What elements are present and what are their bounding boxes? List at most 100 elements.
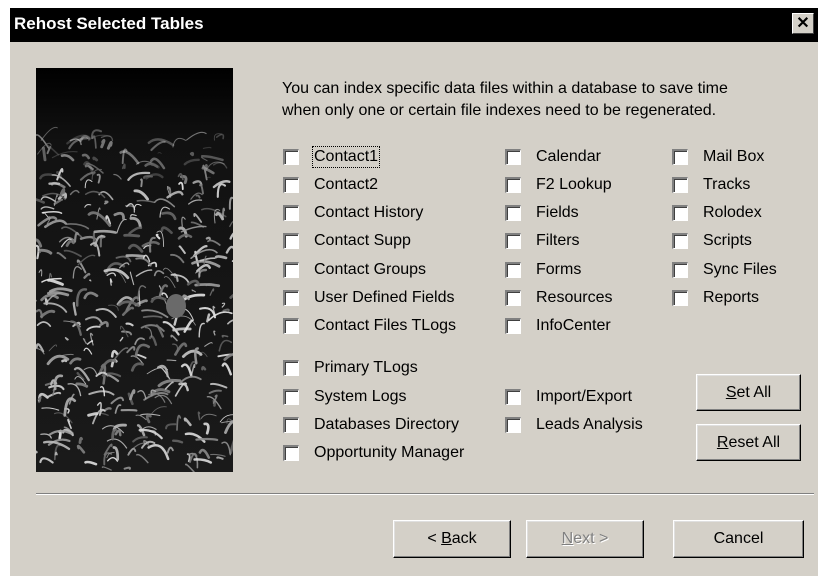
checkbox-label: Mail Box xyxy=(703,148,765,165)
checkbox-primary-tlogs[interactable]: Primary TLogs xyxy=(283,358,418,378)
checkbox-calendar[interactable]: Calendar xyxy=(505,147,601,167)
leaf-stroke xyxy=(54,451,58,456)
checkbox-box[interactable] xyxy=(283,389,299,405)
checkbox-leads-analysis[interactable]: Leads Analysis xyxy=(505,415,643,435)
checkbox-rolodex[interactable]: Rolodex xyxy=(672,203,762,223)
back-label: < Back xyxy=(427,530,477,547)
checkbox-label: Fields xyxy=(536,204,579,221)
checkbox-box[interactable] xyxy=(505,205,521,221)
checkbox-user-defined-fields[interactable]: User Defined Fields xyxy=(283,288,455,308)
cancel-button[interactable]: Cancel xyxy=(673,520,804,558)
checkbox-fields[interactable]: Fields xyxy=(505,203,579,223)
leaf-stroke xyxy=(222,308,230,312)
leaf-stroke xyxy=(104,200,109,205)
reset-all-button[interactable]: Reset All xyxy=(696,424,801,461)
checkbox-box[interactable] xyxy=(283,360,299,376)
rehost-dialog: Rehost Selected Tables ✕ You can index s… xyxy=(10,8,818,576)
checkbox-import-export[interactable]: Import/Export xyxy=(505,387,632,407)
checkbox-box[interactable] xyxy=(283,205,299,221)
checkbox-box[interactable] xyxy=(672,205,688,221)
checkbox-label: Contact2 xyxy=(314,176,379,193)
checkbox-label: Tracks xyxy=(703,176,751,193)
leaf-stroke xyxy=(89,279,92,282)
leaf-stroke xyxy=(201,365,207,371)
checkbox-contact2[interactable]: Contact2 xyxy=(283,175,378,195)
cancel-label: Cancel xyxy=(713,530,764,547)
checkbox-box[interactable] xyxy=(672,177,688,193)
checkbox-label: Calendar xyxy=(536,148,601,165)
checkbox-box[interactable] xyxy=(672,290,688,306)
leaf-stroke xyxy=(78,436,83,444)
leaf-stroke xyxy=(121,163,126,170)
checkbox-box[interactable] xyxy=(283,417,299,433)
checkbox-contact-files-tlogs[interactable]: Contact Files TLogs xyxy=(283,316,456,336)
checkbox-box[interactable] xyxy=(283,445,299,461)
checkbox-scripts[interactable]: Scripts xyxy=(672,231,752,251)
checkbox-contact1[interactable]: Contact1 xyxy=(283,146,381,168)
checkbox-box[interactable] xyxy=(505,177,521,193)
leaf-stroke xyxy=(189,151,195,157)
checkbox-box[interactable] xyxy=(505,233,521,249)
checkbox-contact-supp[interactable]: Contact Supp xyxy=(283,231,411,251)
leaf-stroke xyxy=(205,236,211,241)
checkbox-box[interactable] xyxy=(283,290,299,306)
checkbox-label: User Defined Fields xyxy=(314,289,455,306)
checkbox-infocenter[interactable]: InfoCenter xyxy=(505,316,611,336)
checkbox-box[interactable] xyxy=(505,290,521,306)
checkbox-system-logs[interactable]: System Logs xyxy=(283,387,406,407)
checkbox-box[interactable] xyxy=(283,318,299,334)
checkbox-box[interactable] xyxy=(283,149,299,165)
leaf-stroke xyxy=(221,207,226,219)
checkbox-box[interactable] xyxy=(505,318,521,334)
checkbox-label: Resources xyxy=(536,289,613,306)
checkbox-label: Contact1 xyxy=(311,146,381,168)
checkbox-databases-directory[interactable]: Databases Directory xyxy=(283,415,459,435)
checkbox-label: Filters xyxy=(536,232,580,249)
checkbox-resources[interactable]: Resources xyxy=(505,288,612,308)
checkbox-box[interactable] xyxy=(505,149,521,165)
checkbox-forms[interactable]: Forms xyxy=(505,260,581,280)
checkbox-box[interactable] xyxy=(505,417,521,433)
checkbox-box[interactable] xyxy=(672,233,688,249)
next-button[interactable]: Next > xyxy=(526,520,644,558)
cornfield-photo xyxy=(36,68,233,472)
leaf-stroke xyxy=(166,359,177,362)
checkbox-label: System Logs xyxy=(314,388,407,405)
checkbox-box[interactable] xyxy=(283,262,299,278)
checkbox-contact-history[interactable]: Contact History xyxy=(283,203,423,223)
checkbox-box[interactable] xyxy=(672,149,688,165)
checkbox-opportunity-manager[interactable]: Opportunity Manager xyxy=(283,443,464,463)
intro-line-2: when only one or certain file indexes ne… xyxy=(282,102,717,119)
set-all-button[interactable]: Set All xyxy=(696,374,801,411)
window-title: Rehost Selected Tables xyxy=(14,14,204,33)
next-label: Next > xyxy=(561,530,609,547)
checkbox-label: Contact Groups xyxy=(314,261,427,278)
leaf-stroke xyxy=(140,178,143,188)
back-button[interactable]: < Back xyxy=(393,520,511,558)
checkbox-box[interactable] xyxy=(672,262,688,278)
checkbox-mail-box[interactable]: Mail Box xyxy=(672,147,764,167)
checkbox-contact-groups[interactable]: Contact Groups xyxy=(283,260,426,280)
leaf-stroke xyxy=(123,466,131,470)
leaf-stroke xyxy=(92,156,99,162)
reset-all-label: Reset All xyxy=(716,433,781,451)
checkbox-box[interactable] xyxy=(505,389,521,405)
checkbox-box[interactable] xyxy=(283,233,299,249)
checkbox-tracks[interactable]: Tracks xyxy=(672,175,750,195)
checkbox-label: Reports xyxy=(703,289,760,306)
checkbox-label: Import/Export xyxy=(536,388,633,405)
checkbox-sync-files[interactable]: Sync Files xyxy=(672,260,777,280)
checkbox-box[interactable] xyxy=(505,262,521,278)
leaf-stroke xyxy=(60,188,66,196)
close-icon[interactable]: ✕ xyxy=(792,13,814,34)
leaf-stroke xyxy=(42,146,47,162)
checkbox-label: Contact History xyxy=(314,204,424,221)
leaf-stroke xyxy=(93,229,117,234)
checkbox-box[interactable] xyxy=(283,177,299,193)
leaf-stroke xyxy=(61,358,68,363)
checkbox-filters[interactable]: Filters xyxy=(505,231,580,251)
checkbox-label: Rolodex xyxy=(703,204,762,221)
checkbox-f2-lookup[interactable]: F2 Lookup xyxy=(505,175,612,195)
checkbox-reports[interactable]: Reports xyxy=(672,288,759,308)
checkbox-label: Databases Directory xyxy=(314,416,459,433)
